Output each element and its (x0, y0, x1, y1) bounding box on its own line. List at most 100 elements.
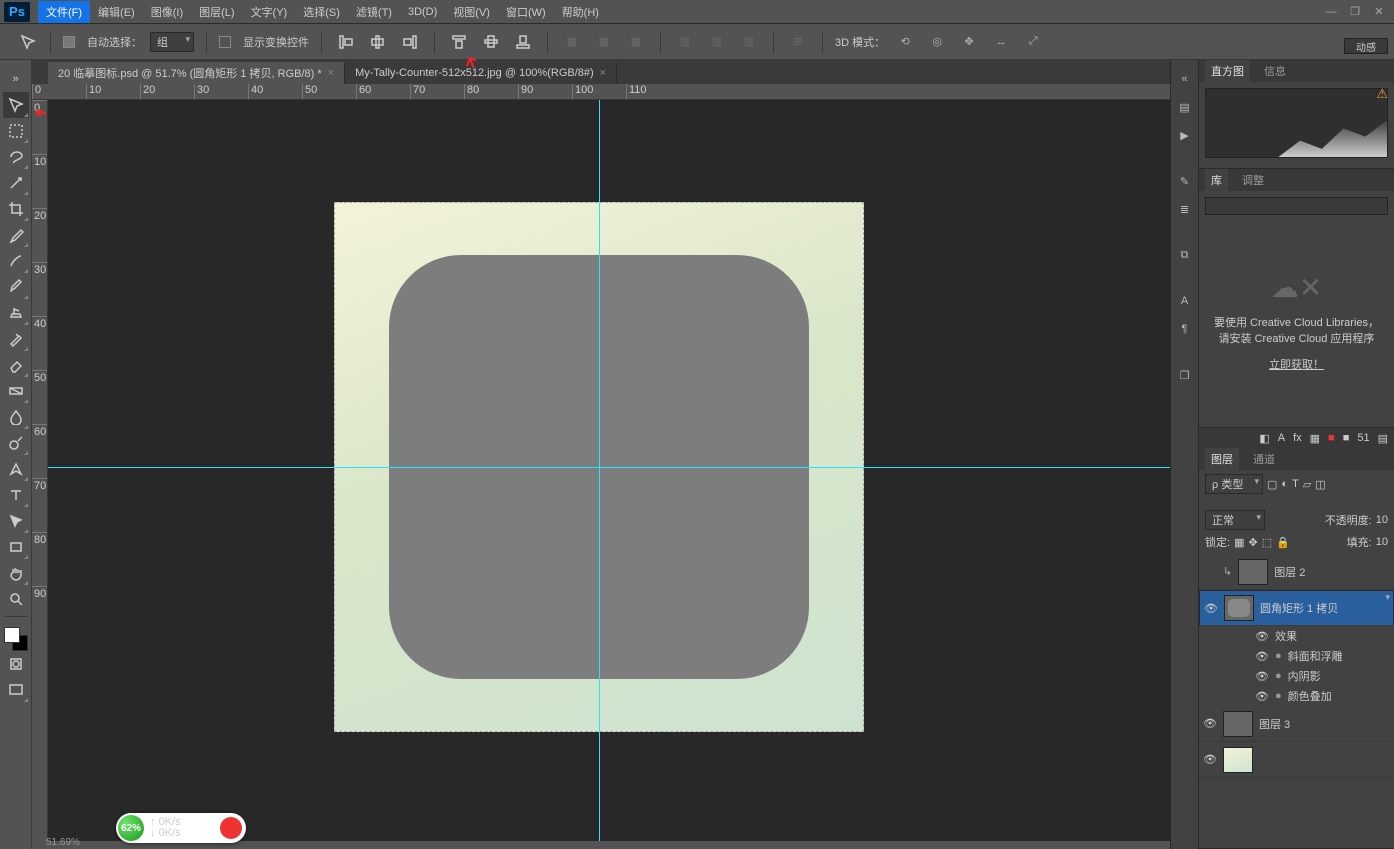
text-icon[interactable]: A (1278, 432, 1285, 444)
pan-3d-icon[interactable]: ✥ (957, 31, 981, 53)
layer-name[interactable]: 图层 2 (1274, 564, 1390, 580)
tab-channels[interactable]: 通道 (1247, 448, 1281, 470)
tab-layers[interactable]: 图层 (1205, 448, 1239, 470)
dodge-tool[interactable] (3, 430, 29, 456)
orbit-3d-icon[interactable]: ⟲ (893, 31, 917, 53)
layer-row[interactable]: 👁 (1199, 742, 1394, 778)
menu-type[interactable]: 文字(Y) (243, 1, 296, 23)
layer-row[interactable]: ↳ 图层 2 (1199, 554, 1394, 590)
ruler-horizontal[interactable]: 0102030405060708090100110 (32, 84, 1198, 100)
fill-value[interactable]: 10 (1376, 536, 1388, 548)
clone-source-icon[interactable]: ⧉ (1174, 244, 1196, 266)
align-bottom-edges-icon[interactable] (511, 31, 535, 53)
tab-adjustments[interactable]: 调整 (1236, 169, 1270, 191)
filter-adjust-icon[interactable]: ◐ (1281, 478, 1288, 490)
marquee-tool[interactable] (3, 118, 29, 144)
move-tool[interactable] (3, 92, 29, 118)
layer-filter-kind[interactable]: ρ 类型 (1205, 474, 1263, 494)
eraser-tool[interactable] (3, 352, 29, 378)
layer-name[interactable]: 图层 3 (1259, 716, 1390, 732)
swatch-grey-icon[interactable]: ■ (1343, 432, 1350, 444)
layer-effect-inner-shadow[interactable]: 👁●内阴影 (1199, 666, 1394, 686)
library-select[interactable] (1205, 197, 1388, 215)
library-get-link[interactable]: 立即获取！ (1269, 356, 1324, 372)
actions-panel-icon[interactable]: ▶ (1174, 124, 1196, 146)
tab-close-icon[interactable]: × (600, 67, 606, 79)
auto-select-target[interactable]: 组 (150, 32, 194, 52)
slide-3d-icon[interactable]: ↔ (989, 31, 1013, 53)
clone-stamp-tool[interactable] (3, 300, 29, 326)
zoom-3d-icon[interactable]: ⤢ (1021, 31, 1045, 53)
visibility-toggle[interactable]: 👁 (1203, 753, 1217, 766)
histogram-warning-icon[interactable]: ⚠ (1376, 86, 1388, 102)
menu-filter[interactable]: 滤镜(T) (348, 1, 400, 23)
layer-thumbnail[interactable] (1238, 559, 1268, 585)
swatch-red-icon[interactable]: ■ (1328, 432, 1335, 444)
rectangle-tool[interactable] (3, 534, 29, 560)
align-right-edges-icon[interactable] (398, 31, 422, 53)
ruler-vertical[interactable]: 0102030405060708090 (32, 100, 48, 841)
menu-help[interactable]: 帮助(H) (554, 1, 607, 23)
menu-select[interactable]: 选择(S) (295, 1, 348, 23)
layers-list[interactable]: ↳ 图层 2 👁 圆角矩形 1 拷贝 👁效果 👁●斜面和浮雕 👁●内阴影 👁●颜… (1199, 554, 1394, 848)
layer-name[interactable]: 圆角矩形 1 拷贝 (1260, 600, 1389, 616)
canvas[interactable] (48, 100, 1198, 841)
magic-wand-tool[interactable] (3, 170, 29, 196)
menu-image[interactable]: 图像(I) (143, 1, 191, 23)
add-mask-icon[interactable]: ◧ (1259, 432, 1269, 445)
gradient-tool[interactable] (3, 378, 29, 404)
lock-position-icon[interactable]: ✥ (1248, 536, 1257, 549)
history-brush-tool[interactable] (3, 326, 29, 352)
align-left-edges-icon[interactable] (334, 31, 358, 53)
minimize-button[interactable]: — (1320, 4, 1342, 20)
tab-histogram[interactable]: 直方图 (1205, 60, 1250, 82)
menu-view[interactable]: 视图(V) (445, 1, 498, 23)
layer-row[interactable]: 👁 图层 3 (1199, 706, 1394, 742)
fx-icon[interactable]: fx (1293, 432, 1302, 444)
blend-mode-select[interactable]: 正常 (1205, 510, 1265, 530)
layer-effect-color-overlay[interactable]: 👁●颜色叠加 (1199, 686, 1394, 706)
visibility-toggle[interactable]: 👁 (1204, 602, 1218, 615)
filter-type-icon[interactable]: T (1292, 478, 1299, 490)
layer-effect-bevel[interactable]: 👁●斜面和浮雕 (1199, 646, 1394, 666)
guide-horizontal[interactable] (48, 467, 1198, 468)
layer-effects-header[interactable]: 👁效果 (1199, 626, 1394, 646)
crop-tool[interactable] (3, 196, 29, 222)
lasso-tool[interactable] (3, 144, 29, 170)
path-selection-tool[interactable] (3, 508, 29, 534)
align-top-edges-icon[interactable] (447, 31, 471, 53)
network-speed-widget[interactable]: 62% ↑ 0K/s ↓ 0K/s (116, 813, 246, 843)
menu-icon[interactable]: ▤ (1378, 432, 1388, 445)
color-swatches[interactable] (4, 627, 28, 651)
opacity-value[interactable]: 10 (1376, 514, 1388, 526)
brush-panel-icon[interactable]: ✎ (1174, 170, 1196, 192)
tab-info[interactable]: 信息 (1258, 60, 1292, 82)
blur-tool[interactable] (3, 404, 29, 430)
layer-thumbnail[interactable] (1223, 747, 1253, 773)
zoom-tool[interactable] (3, 586, 29, 612)
eyedropper-tool[interactable] (3, 222, 29, 248)
fill-icon[interactable]: ▦ (1310, 432, 1320, 445)
filter-pixel-icon[interactable]: ▢ (1267, 478, 1277, 491)
layer-row-selected[interactable]: 👁 圆角矩形 1 拷贝 (1199, 590, 1394, 626)
foreground-swatch[interactable] (4, 627, 20, 643)
auto-select-checkbox[interactable] (63, 36, 75, 48)
layer-thumbnail[interactable] (1223, 711, 1253, 737)
layer-thumbnail[interactable] (1224, 595, 1254, 621)
lock-pixels-icon[interactable]: ▦ (1234, 536, 1244, 549)
filter-shape-icon[interactable]: ▱ (1303, 478, 1311, 491)
brush-tool[interactable] (3, 274, 29, 300)
tab-close-icon[interactable]: × (328, 67, 334, 79)
type-tool[interactable] (3, 482, 29, 508)
roll-3d-icon[interactable]: ◎ (925, 31, 949, 53)
healing-brush-tool[interactable] (3, 248, 29, 274)
3d-panel-icon[interactable]: ❒ (1174, 364, 1196, 386)
visibility-toggle[interactable]: 👁 (1203, 717, 1217, 730)
swatch-num-icon[interactable]: 51 (1357, 432, 1369, 444)
show-transform-checkbox[interactable] (219, 36, 231, 48)
close-button[interactable]: ✕ (1368, 4, 1390, 20)
pen-tool[interactable] (3, 456, 29, 482)
filter-smart-icon[interactable]: ◫ (1315, 478, 1325, 491)
screen-mode-icon[interactable] (3, 677, 29, 703)
maximize-button[interactable]: ❐ (1344, 4, 1366, 20)
